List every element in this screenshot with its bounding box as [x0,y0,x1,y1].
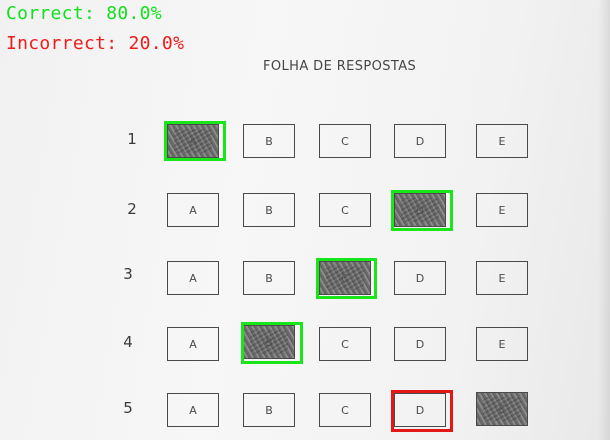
correct-value: 80.0% [106,3,162,24]
option-label: E [498,271,506,285]
option-label: B [265,134,273,148]
question-number: 1 [127,130,137,148]
option-box-q1-d[interactable]: D [394,124,446,158]
option-label: C [341,134,349,148]
option-label: E [498,134,506,148]
option-box-q2-c[interactable]: C [319,193,371,227]
option-box-q4-e[interactable]: E [476,327,528,361]
option-box-q3-c[interactable]: C [319,261,371,295]
option-box-q1-b[interactable]: B [243,124,295,158]
option-label: D [415,403,425,417]
option-label: E [498,402,506,416]
option-label: C [341,271,349,285]
option-label: B [265,335,273,349]
option-label: A [189,134,197,148]
option-label: E [498,337,506,351]
incorrect-score: Incorrect: 20.0% [6,33,184,54]
sheet-title: FOLHA DE RESPOSTAS [263,59,417,74]
option-label: A [189,403,197,417]
option-label: D [415,271,425,285]
answer-sheet: Correct: 80.0% Incorrect: 20.0% FOLHA DE… [0,0,610,440]
correct-score: Correct: 80.0% [6,3,162,24]
correct-label: Correct: [6,3,96,24]
option-box-q2-b[interactable]: B [243,193,295,227]
option-box-q5-c[interactable]: C [319,393,371,427]
option-label: C [341,203,349,217]
option-box-q3-e[interactable]: E [476,261,528,295]
question-number: 5 [123,399,133,417]
option-label: B [265,203,273,217]
option-box-q1-a[interactable]: A [167,124,219,158]
option-box-q4-c[interactable]: C [319,327,371,361]
question-number: 2 [127,200,137,218]
option-box-q2-e[interactable]: E [476,193,528,227]
incorrect-value: 20.0% [128,33,185,54]
option-box-q2-d[interactable]: D [394,193,446,227]
option-box-q5-a[interactable]: A [167,393,219,427]
option-box-q2-a[interactable]: A [167,193,219,227]
option-label: D [415,134,425,148]
option-label: D [415,203,425,217]
option-box-q1-e[interactable]: E [476,124,528,158]
option-box-q5-b[interactable]: B [243,393,295,427]
page-shadow [598,0,610,440]
option-box-q5-d[interactable]: D [394,393,446,427]
question-number: 4 [123,333,133,351]
question-number: 3 [123,265,133,283]
option-label: C [341,403,349,417]
option-label: B [265,271,273,285]
option-box-q3-b[interactable]: B [243,261,295,295]
option-label: D [415,337,425,351]
option-box-q3-d[interactable]: D [394,261,446,295]
incorrect-label: Incorrect: [6,33,118,54]
option-box-q5-e[interactable]: E [476,392,528,426]
option-box-q3-a[interactable]: A [167,261,219,295]
option-label: C [341,337,349,351]
option-label: A [189,271,197,285]
option-label: E [498,203,506,217]
option-box-q4-d[interactable]: D [394,327,446,361]
option-box-q1-c[interactable]: C [319,124,371,158]
option-label: A [189,203,197,217]
option-box-q4-a[interactable]: A [167,327,219,361]
option-box-q4-b[interactable]: B [243,325,295,359]
option-label: A [189,337,197,351]
option-label: B [265,403,273,417]
